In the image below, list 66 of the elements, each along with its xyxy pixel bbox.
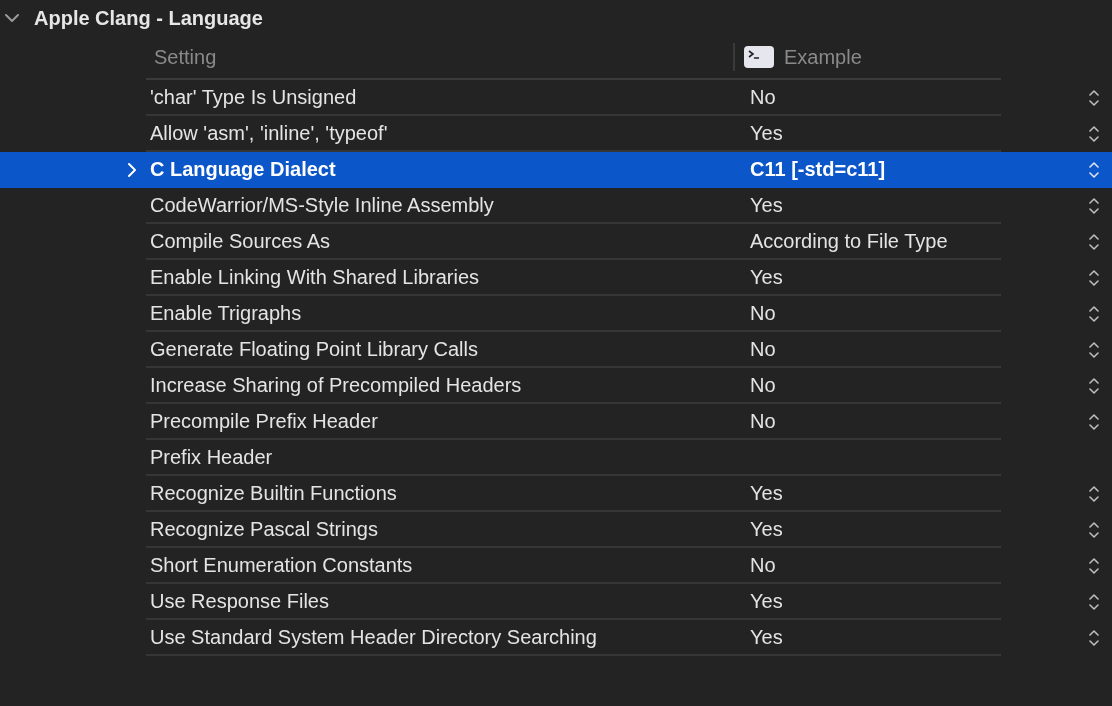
setting-name: C Language Dialect: [149, 157, 337, 181]
setting-name: Increase Sharing of Precompiled Headers: [149, 373, 523, 397]
setting-value: Yes: [750, 589, 783, 612]
setting-row[interactable]: Recognize Builtin Functions Yes: [0, 476, 1112, 512]
stepper-icon[interactable]: [1088, 412, 1100, 432]
setting-row[interactable]: Short Enumeration Constants No: [0, 548, 1112, 584]
stepper-icon[interactable]: [1088, 592, 1100, 612]
stepper-icon[interactable]: [1088, 268, 1100, 288]
setting-value: No: [750, 85, 776, 108]
setting-name: Recognize Pascal Strings: [149, 517, 379, 541]
section-title: Apple Clang - Language: [34, 6, 263, 30]
setting-value: Yes: [750, 481, 783, 504]
setting-row[interactable]: Enable Linking With Shared Libraries Yes: [0, 260, 1112, 296]
stepper-icon[interactable]: [1088, 376, 1100, 396]
setting-row[interactable]: Increase Sharing of Precompiled Headers No: [0, 368, 1112, 404]
setting-row[interactable]: Use Response Files Yes: [0, 584, 1112, 620]
setting-name: Enable Linking With Shared Libraries: [149, 265, 481, 289]
setting-name: Generate Floating Point Library Calls: [149, 337, 479, 361]
setting-name: CodeWarrior/MS-Style Inline Assembly: [149, 193, 495, 217]
setting-name: Use Standard System Header Directory Searching: [149, 625, 598, 649]
setting-row[interactable]: Prefix Header: [0, 440, 1112, 476]
setting-value: Yes: [750, 121, 783, 144]
stepper-icon[interactable]: [1088, 124, 1100, 144]
setting-row[interactable]: Precompile Prefix Header No: [0, 404, 1112, 440]
setting-row[interactable]: CodeWarrior/MS-Style Inline Assembly Yes: [0, 188, 1112, 224]
setting-value: Yes: [750, 193, 783, 216]
setting-name: Prefix Header: [149, 445, 274, 469]
stepper-icon[interactable]: [1088, 520, 1100, 540]
setting-row[interactable]: Compile Sources As According to File Type: [0, 224, 1112, 260]
setting-row[interactable]: Enable Trigraphs No: [0, 296, 1112, 332]
setting-value: Yes: [750, 625, 783, 648]
setting-value: No: [750, 373, 776, 396]
disclosure-chevron-icon[interactable]: [126, 162, 138, 178]
setting-value: C11 [-std=c11]: [750, 157, 886, 180]
setting-row[interactable]: Use Standard System Header Directory Searching Yes: [0, 620, 1112, 656]
setting-value: No: [750, 409, 776, 432]
setting-name: Compile Sources As: [149, 229, 332, 253]
setting-value: No: [750, 553, 776, 576]
setting-name: Use Response Files: [149, 589, 330, 613]
setting-value: No: [750, 301, 776, 324]
stepper-icon[interactable]: [1088, 232, 1100, 252]
stepper-icon[interactable]: [1088, 196, 1100, 216]
setting-name: Recognize Builtin Functions: [149, 481, 398, 505]
setting-name: Precompile Prefix Header: [149, 409, 379, 433]
setting-row[interactable]: Generate Floating Point Library Calls No: [0, 332, 1112, 368]
stepper-icon[interactable]: [1088, 304, 1100, 324]
setting-value: No: [750, 337, 776, 360]
setting-value: Yes: [750, 265, 783, 288]
stepper-icon[interactable]: [1088, 340, 1100, 360]
stepper-icon[interactable]: [1088, 88, 1100, 108]
terminal-icon: [744, 46, 774, 68]
stepper-icon[interactable]: [1088, 556, 1100, 576]
setting-value: According to File Type: [750, 229, 948, 252]
stepper-icon[interactable]: [1088, 484, 1100, 504]
stepper-icon[interactable]: [1088, 628, 1100, 648]
setting-name: Enable Trigraphs: [149, 301, 303, 325]
setting-name: Short Enumeration Constants: [149, 553, 414, 577]
setting-name: 'char' Type Is Unsigned: [149, 85, 358, 109]
column-header: Example: [784, 45, 862, 69]
setting-row[interactable]: C Language Dialect C11 [-std=c11]: [0, 152, 1112, 188]
setting-row[interactable]: Recognize Pascal Strings Yes: [0, 512, 1112, 548]
column-header: Setting: [153, 45, 218, 69]
stepper-icon[interactable]: [1088, 160, 1100, 180]
setting-row[interactable]: 'char' Type Is Unsigned No: [0, 80, 1112, 116]
setting-name: Allow 'asm', 'inline', 'typeof': [149, 121, 389, 145]
setting-value: Yes: [750, 517, 783, 540]
